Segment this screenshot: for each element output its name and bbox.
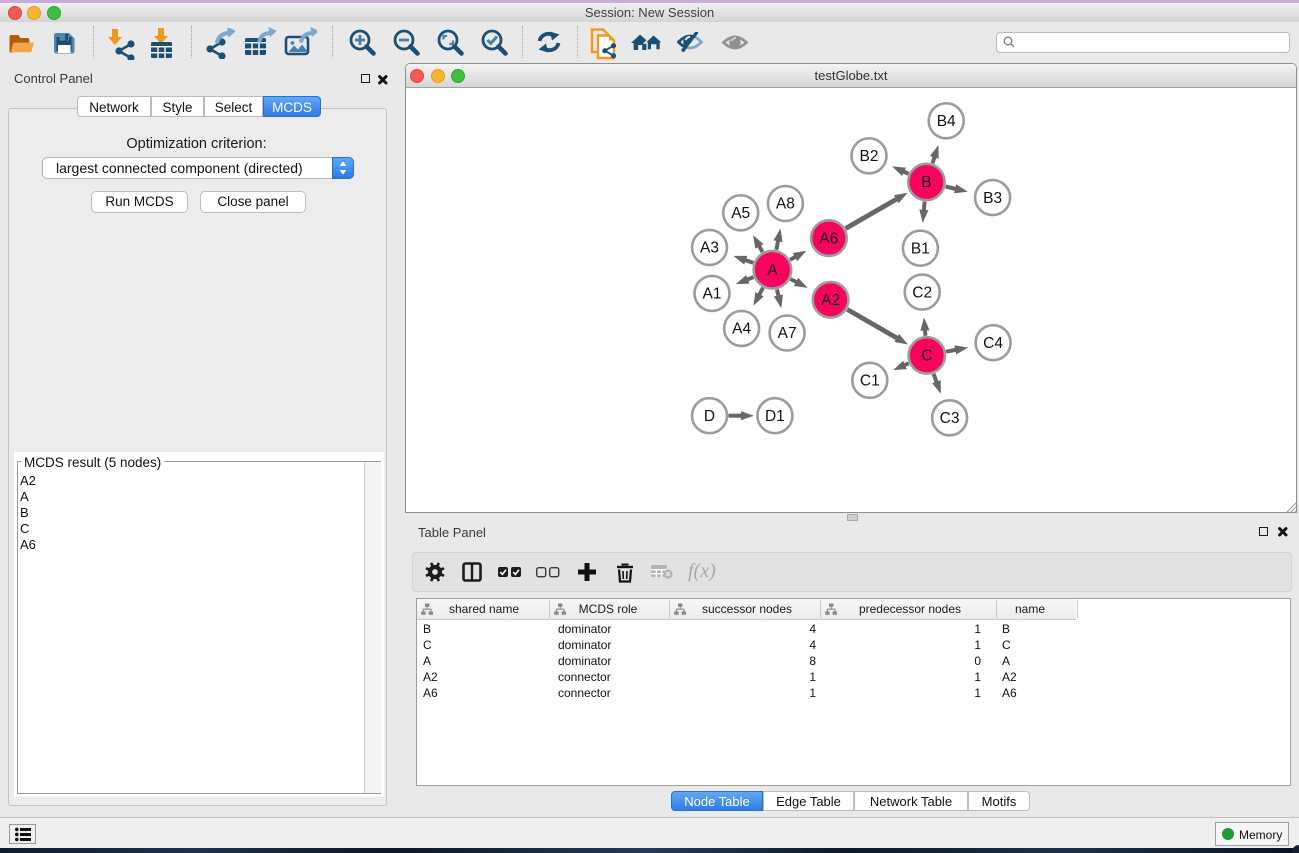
svg-text:A: A (767, 262, 778, 279)
svg-text:A4: A4 (732, 321, 751, 338)
svg-text:C2: C2 (912, 284, 932, 301)
svg-text:A7: A7 (778, 325, 797, 342)
svg-text:D: D (704, 408, 715, 425)
svg-text:D1: D1 (765, 408, 785, 425)
svg-text:A3: A3 (700, 240, 719, 257)
svg-text:B1: B1 (911, 240, 930, 257)
svg-text:A8: A8 (776, 196, 795, 213)
svg-text:C: C (921, 348, 932, 365)
svg-text:B3: B3 (983, 190, 1002, 207)
svg-text:B4: B4 (937, 113, 956, 130)
svg-text:B: B (921, 174, 931, 191)
svg-text:C1: C1 (860, 373, 880, 390)
svg-text:A2: A2 (821, 292, 840, 309)
svg-text:A1: A1 (703, 286, 722, 303)
svg-text:C3: C3 (940, 410, 960, 427)
svg-text:B2: B2 (860, 148, 879, 165)
svg-text:A6: A6 (819, 230, 838, 247)
svg-text:C4: C4 (983, 335, 1003, 352)
svg-text:A5: A5 (731, 205, 750, 222)
